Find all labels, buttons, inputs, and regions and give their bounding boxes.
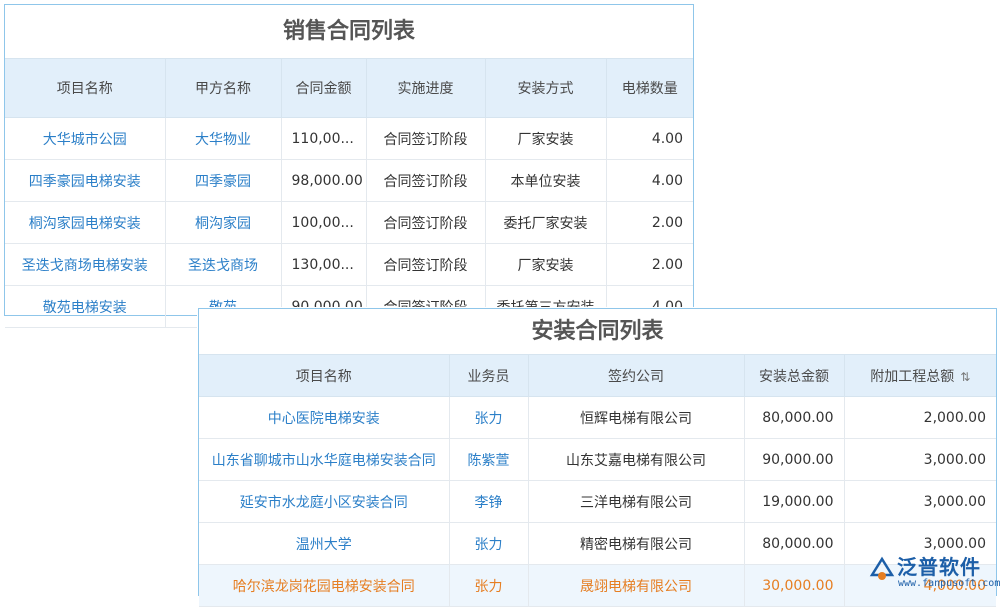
- project-name-link[interactable]: 敬苑电梯安装: [5, 286, 165, 328]
- table-row[interactable]: 山东省聊城市山水华庭电梯安装合同 陈紫萱 山东艾嘉电梯有限公司 90,000.0…: [199, 439, 996, 481]
- party-a-link[interactable]: 四季豪园: [165, 160, 281, 202]
- contract-amount: 98,000.00: [281, 160, 366, 202]
- salesperson-link[interactable]: 张力: [449, 523, 528, 565]
- column-header-project-name[interactable]: 项目名称: [199, 355, 449, 397]
- company: 山东艾嘉电梯有限公司: [528, 439, 744, 481]
- elevator-count: 2.00: [606, 244, 693, 286]
- contract-amount: 100,00...: [281, 202, 366, 244]
- install-method: 厂家安装: [485, 244, 606, 286]
- extra-total: 3,000.00: [844, 439, 996, 481]
- table-header-row: 项目名称 甲方名称 合同金额 实施进度 安装方式 电梯数量: [5, 59, 693, 118]
- elevator-count: 2.00: [606, 202, 693, 244]
- column-header-company[interactable]: 签约公司: [528, 355, 744, 397]
- contract-amount: 110,00...: [281, 118, 366, 160]
- table-row[interactable]: 延安市水龙庭小区安装合同 李铮 三洋电梯有限公司 19,000.00 3,000…: [199, 481, 996, 523]
- contract-amount: 130,00...: [281, 244, 366, 286]
- column-header-party-a[interactable]: 甲方名称: [165, 59, 281, 118]
- column-header-install-method[interactable]: 安装方式: [485, 59, 606, 118]
- progress: 合同签订阶段: [366, 202, 485, 244]
- project-name-link[interactable]: 四季豪园电梯安装: [5, 160, 165, 202]
- project-name-link[interactable]: 中心医院电梯安装: [199, 397, 449, 439]
- install-method: 委托厂家安装: [485, 202, 606, 244]
- sales-contract-table: 项目名称 甲方名称 合同金额 实施进度 安装方式 电梯数量 大华城市公园 大华物…: [5, 58, 693, 328]
- salesperson-link[interactable]: 李铮: [449, 481, 528, 523]
- progress: 合同签订阶段: [366, 160, 485, 202]
- sales-contract-panel: 销售合同列表 项目名称 甲方名称 合同金额 实施进度 安装方式 电梯数量 大华城…: [4, 4, 694, 316]
- project-name-link[interactable]: 桐沟家园电梯安装: [5, 202, 165, 244]
- progress: 合同签订阶段: [366, 244, 485, 286]
- fanpu-watermark: 泛普软件 www.fanpusoft.com: [868, 553, 998, 597]
- sort-icon[interactable]: ⇅: [960, 370, 970, 384]
- extra-total-label: 附加工程总额: [870, 369, 954, 385]
- column-header-install-total[interactable]: 安装总金额: [744, 355, 844, 397]
- install-total: 90,000.00: [744, 439, 844, 481]
- company: 晟翊电梯有限公司: [528, 565, 744, 607]
- company: 恒辉电梯有限公司: [528, 397, 744, 439]
- party-a-link[interactable]: 桐沟家园: [165, 202, 281, 244]
- project-name-link[interactable]: 圣迭戈商场电梯安装: [5, 244, 165, 286]
- table-header-row: 项目名称 业务员 签约公司 安装总金额 附加工程总额 ⇅: [199, 355, 996, 397]
- install-total: 80,000.00: [744, 523, 844, 565]
- install-method: 厂家安装: [485, 118, 606, 160]
- column-header-project-name[interactable]: 项目名称: [5, 59, 165, 118]
- install-method: 本单位安装: [485, 160, 606, 202]
- watermark-url: www.fanpusoft.com: [898, 578, 1000, 589]
- table-row[interactable]: 圣迭戈商场电梯安装 圣迭戈商场 130,00... 合同签订阶段 厂家安装 2.…: [5, 244, 693, 286]
- company: 三洋电梯有限公司: [528, 481, 744, 523]
- install-total: 30,000.00: [744, 565, 844, 607]
- column-header-extra-total[interactable]: 附加工程总额 ⇅: [844, 355, 996, 397]
- salesperson-link[interactable]: 张力: [449, 565, 528, 607]
- project-name-link[interactable]: 延安市水龙庭小区安装合同: [199, 481, 449, 523]
- salesperson-link[interactable]: 陈紫萱: [449, 439, 528, 481]
- table-row[interactable]: 大华城市公园 大华物业 110,00... 合同签订阶段 厂家安装 4.00: [5, 118, 693, 160]
- extra-total: 3,000.00: [844, 481, 996, 523]
- install-total: 19,000.00: [744, 481, 844, 523]
- project-name-link[interactable]: 山东省聊城市山水华庭电梯安装合同: [199, 439, 449, 481]
- party-a-link[interactable]: 圣迭戈商场: [165, 244, 281, 286]
- extra-total: 2,000.00: [844, 397, 996, 439]
- table-row[interactable]: 四季豪园电梯安装 四季豪园 98,000.00 合同签订阶段 本单位安装 4.0…: [5, 160, 693, 202]
- progress: 合同签订阶段: [366, 118, 485, 160]
- sales-contract-title: 销售合同列表: [5, 5, 693, 58]
- elevator-count: 4.00: [606, 160, 693, 202]
- column-header-salesperson[interactable]: 业务员: [449, 355, 528, 397]
- column-header-progress[interactable]: 实施进度: [366, 59, 485, 118]
- fanpu-logo-icon: [868, 555, 896, 583]
- project-name-link[interactable]: 大华城市公园: [5, 118, 165, 160]
- install-contract-title: 安装合同列表: [199, 309, 996, 354]
- table-row[interactable]: 桐沟家园电梯安装 桐沟家园 100,00... 合同签订阶段 委托厂家安装 2.…: [5, 202, 693, 244]
- elevator-count: 4.00: [606, 118, 693, 160]
- install-total: 80,000.00: [744, 397, 844, 439]
- project-name-link[interactable]: 温州大学: [199, 523, 449, 565]
- column-header-contract-amount[interactable]: 合同金额: [281, 59, 366, 118]
- company: 精密电梯有限公司: [528, 523, 744, 565]
- watermark-brand: 泛普软件: [897, 551, 981, 580]
- table-row[interactable]: 中心医院电梯安装 张力 恒辉电梯有限公司 80,000.00 2,000.00: [199, 397, 996, 439]
- party-a-link[interactable]: 大华物业: [165, 118, 281, 160]
- column-header-elevator-count[interactable]: 电梯数量: [606, 59, 693, 118]
- salesperson-link[interactable]: 张力: [449, 397, 528, 439]
- project-name-link[interactable]: 哈尔滨龙岗花园电梯安装合同: [199, 565, 449, 607]
